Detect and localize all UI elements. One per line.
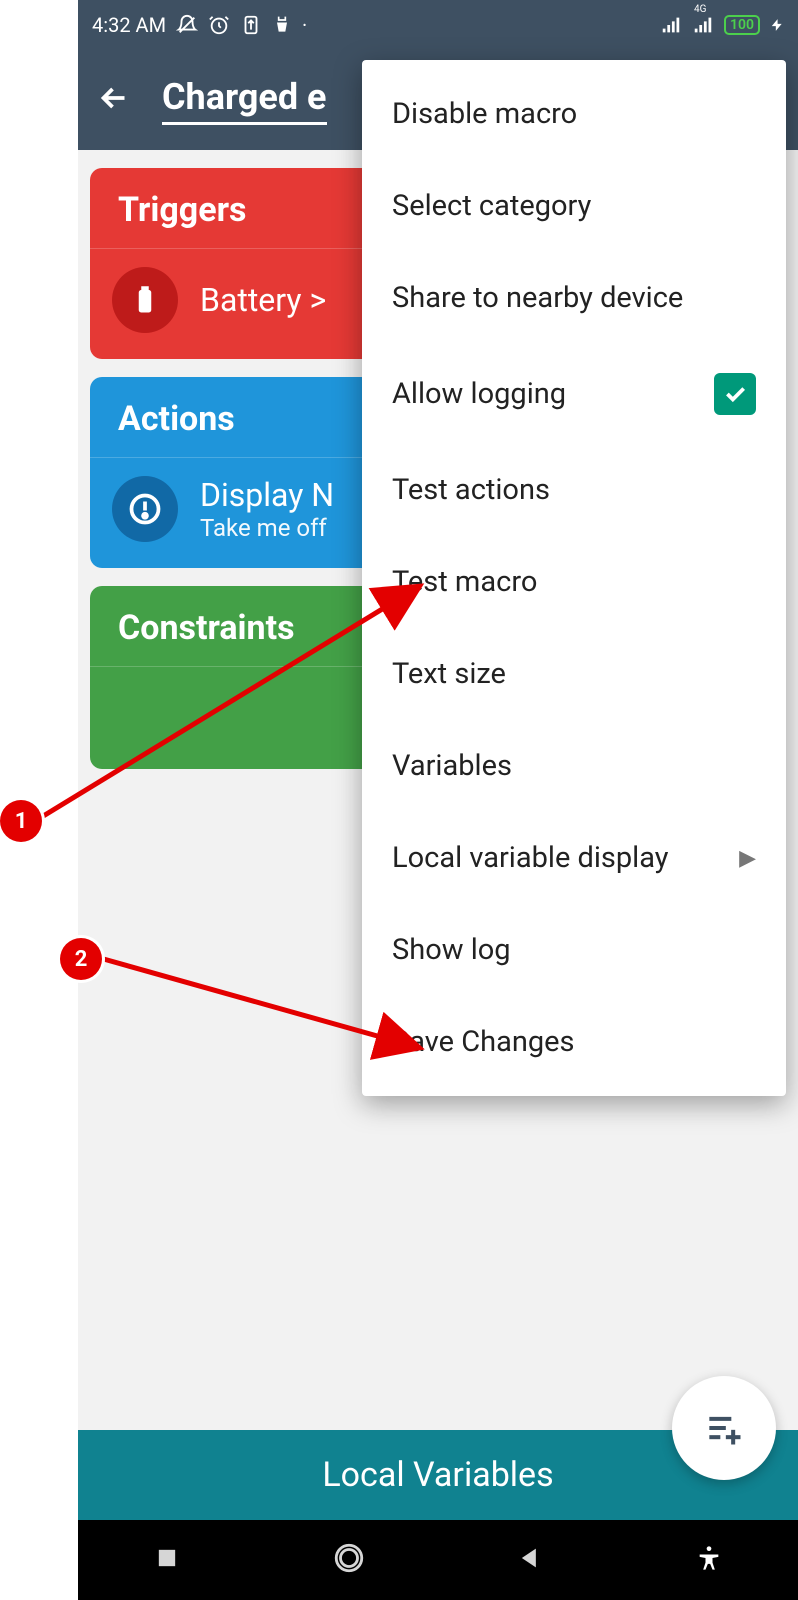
page-title[interactable]: Charged e <box>162 76 327 125</box>
menu-text-size[interactable]: Text size <box>362 628 786 720</box>
status-time: 4:32 AM <box>92 13 166 37</box>
allow-logging-checkbox[interactable] <box>714 373 756 415</box>
menu-variables[interactable]: Variables <box>362 720 786 812</box>
usb-icon <box>240 14 262 36</box>
annotation-2: 2 <box>60 938 102 980</box>
actions-item-label: Display N <box>200 476 334 514</box>
menu-show-log[interactable]: Show log <box>362 904 786 996</box>
alarm-icon <box>208 14 230 36</box>
battery-icon <box>112 267 178 333</box>
nav-accessibility[interactable] <box>695 1544 723 1576</box>
nav-back[interactable] <box>516 1544 544 1576</box>
chevron-right-icon: ▶ <box>739 846 756 871</box>
local-variables-label: Local Variables <box>322 1455 553 1495</box>
status-bar: 4:32 AM · 4G 100 <box>78 0 798 50</box>
add-fab[interactable] <box>672 1376 776 1480</box>
nav-home[interactable] <box>332 1541 366 1579</box>
menu-allow-logging[interactable]: Allow logging <box>362 344 786 444</box>
triggers-item-label: Battery > <box>200 281 326 319</box>
nav-recent[interactable] <box>153 1544 181 1576</box>
back-button[interactable] <box>96 80 132 120</box>
overflow-menu: Disable macro Select category Share to n… <box>362 60 786 1096</box>
menu-test-actions[interactable]: Test actions <box>362 444 786 536</box>
menu-select-category[interactable]: Select category <box>362 160 786 252</box>
menu-disable-macro[interactable]: Disable macro <box>362 68 786 160</box>
annotation-1: 1 <box>0 800 42 842</box>
dnd-icon <box>176 14 198 36</box>
battery-indicator: 100 <box>724 15 760 35</box>
menu-local-var-display[interactable]: Local variable display ▶ <box>362 812 786 904</box>
charging-icon <box>770 15 784 35</box>
nav-bar <box>78 1520 798 1600</box>
menu-share-nearby[interactable]: Share to nearby device <box>362 252 786 344</box>
menu-save-changes[interactable]: Save Changes <box>362 996 786 1088</box>
signal-4g-icon: 4G <box>692 14 714 36</box>
menu-test-macro[interactable]: Test macro <box>362 536 786 628</box>
notify-icon <box>112 476 178 542</box>
actions-item-sublabel: Take me off <box>200 514 334 542</box>
signal-icon <box>660 14 682 36</box>
dot-icon: · <box>302 13 307 37</box>
plug-icon <box>272 15 292 35</box>
phone-screen: 4:32 AM · 4G 100 <box>78 0 798 1600</box>
